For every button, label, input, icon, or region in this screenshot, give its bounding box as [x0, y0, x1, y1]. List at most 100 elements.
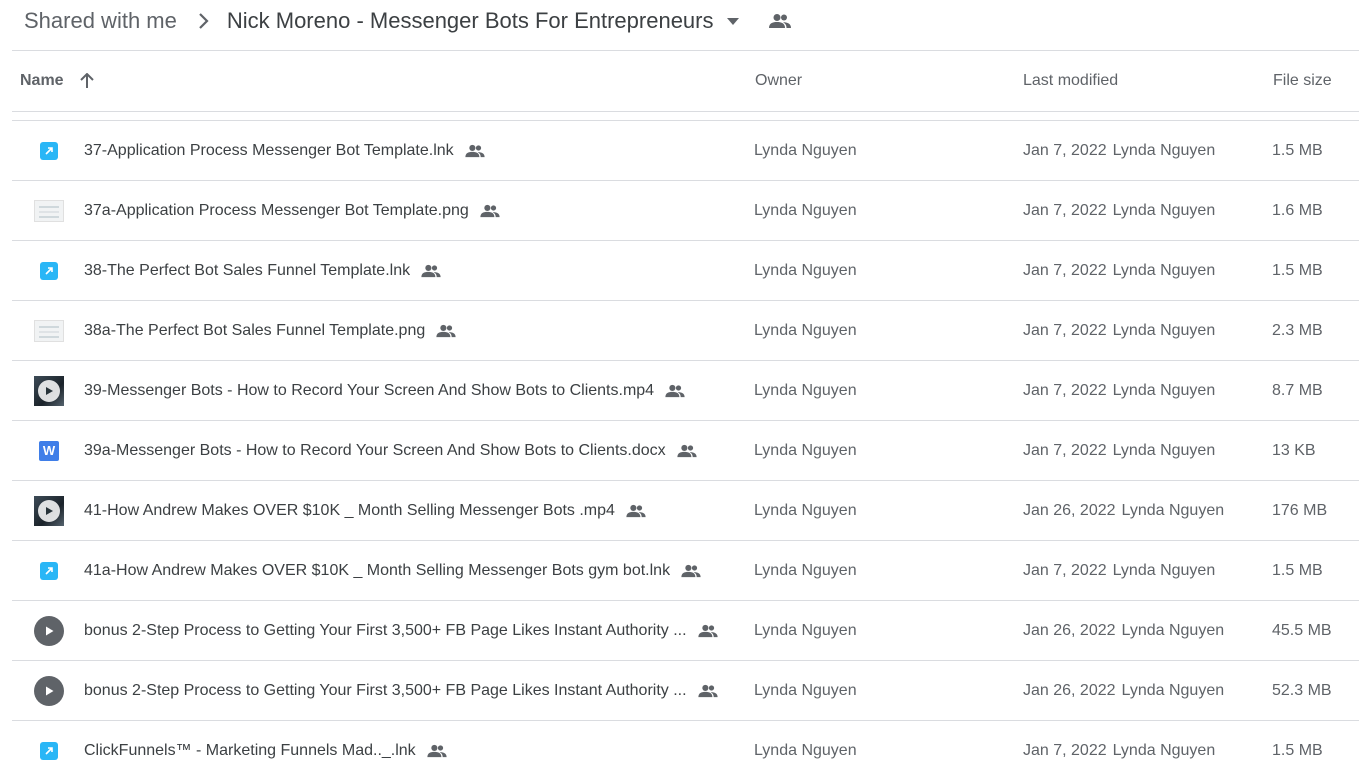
folder-title: Nick Moreno - Messenger Bots For Entrepr…: [226, 8, 714, 33]
file-type-icon: [34, 556, 64, 586]
file-owner: Lynda Nguyen: [754, 201, 857, 219]
people-icon: [664, 380, 686, 402]
last-modified-cell: Jan 7, 2022 Lynda Nguyen: [1023, 202, 1215, 220]
link-file-icon: [40, 141, 58, 160]
file-type-icon: W: [34, 436, 64, 466]
modified-by: Lynda Nguyen: [1121, 501, 1225, 519]
file-name: 39-Messenger Bots - How to Record Your S…: [84, 381, 655, 399]
people-icon: [420, 260, 442, 282]
modified-date: Jan 7, 2022: [1023, 741, 1107, 759]
column-header-file-size[interactable]: File size: [1273, 72, 1332, 90]
column-header-owner[interactable]: Owner: [755, 72, 802, 90]
table-row[interactable]: bonus 2-Step Process to Getting Your Fir…: [12, 660, 1359, 720]
file-name-cell[interactable]: 38a-The Perfect Bot Sales Funnel Templat…: [84, 320, 457, 342]
file-type-icon: [34, 375, 64, 406]
table-row[interactable]: 37-Application Process Messenger Bot Tem…: [12, 120, 1359, 180]
modified-date: Jan 7, 2022: [1023, 261, 1107, 279]
file-name: 41a-How Andrew Makes OVER $10K _ Month S…: [84, 561, 671, 579]
people-icon: [435, 320, 457, 342]
last-modified-cell: Jan 7, 2022 Lynda Nguyen: [1023, 142, 1215, 160]
modified-by: Lynda Nguyen: [1112, 381, 1216, 399]
file-name-cell[interactable]: bonus 2-Step Process to Getting Your Fir…: [84, 620, 719, 642]
breadcrumb-current-folder[interactable]: Nick Moreno - Messenger Bots For Entrepr…: [227, 8, 740, 34]
modified-date: Jan 7, 2022: [1023, 561, 1107, 579]
file-name-cell[interactable]: 38-The Perfect Bot Sales Funnel Template…: [84, 260, 442, 282]
file-size: 1.6 MB: [1272, 201, 1323, 219]
table-header: Name Owner Last modified File size: [12, 50, 1359, 112]
table-row[interactable]: W 39a-Messenger Bots - How to Record Your…: [12, 420, 1359, 480]
file-size: 1.5 MB: [1272, 141, 1323, 159]
modified-by: Lynda Nguyen: [1112, 201, 1216, 219]
modified-by: Lynda Nguyen: [1112, 261, 1216, 279]
file-name-cell[interactable]: 39a-Messenger Bots - How to Record Your …: [84, 440, 698, 462]
file-type-icon: [34, 615, 64, 646]
last-modified-cell: Jan 7, 2022 Lynda Nguyen: [1023, 382, 1215, 400]
modified-date: Jan 7, 2022: [1023, 201, 1107, 219]
file-owner: Lynda Nguyen: [754, 261, 857, 279]
table-row[interactable]: 37a-Application Process Messenger Bot Te…: [12, 180, 1359, 240]
video-thumbnail-icon: [34, 375, 64, 406]
file-size: 52.3 MB: [1272, 681, 1332, 699]
people-icon: [479, 200, 501, 222]
chevron-right-icon: [189, 0, 219, 42]
last-modified-cell: Jan 7, 2022 Lynda Nguyen: [1023, 742, 1215, 760]
file-name: 37a-Application Process Messenger Bot Te…: [84, 201, 469, 219]
modified-date: Jan 7, 2022: [1023, 441, 1107, 459]
word-doc-icon: W: [39, 440, 59, 461]
arrow-up-icon[interactable]: [78, 72, 96, 90]
modified-date: Jan 7, 2022: [1023, 381, 1107, 399]
people-icon: [464, 140, 486, 162]
table-row[interactable]: 41-How Andrew Makes OVER $10K _ Month Se…: [12, 480, 1359, 540]
link-file-icon: [40, 741, 58, 760]
file-name-cell[interactable]: bonus 2-Step Process to Getting Your Fir…: [84, 680, 719, 702]
breadcrumb: Shared with me Nick Moreno - Messenger B…: [0, 0, 1359, 42]
file-owner: Lynda Nguyen: [754, 441, 857, 459]
column-header-name[interactable]: Name: [20, 72, 96, 90]
modified-by: Lynda Nguyen: [1112, 141, 1216, 159]
breadcrumb-shared-with-me[interactable]: Shared with me: [24, 8, 177, 34]
shared-folder-icon[interactable]: [768, 9, 792, 33]
table-row[interactable]: bonus 2-Step Process to Getting Your Fir…: [12, 600, 1359, 660]
file-name: 39a-Messenger Bots - How to Record Your …: [84, 441, 666, 459]
table-row[interactable]: 38-The Perfect Bot Sales Funnel Template…: [12, 240, 1359, 300]
file-size: 1.5 MB: [1272, 741, 1323, 759]
file-owner: Lynda Nguyen: [754, 681, 857, 699]
people-icon: [625, 500, 647, 522]
file-name-cell[interactable]: 37a-Application Process Messenger Bot Te…: [84, 200, 501, 222]
file-name-cell[interactable]: 39-Messenger Bots - How to Record Your S…: [84, 380, 686, 402]
file-name-cell[interactable]: 41a-How Andrew Makes OVER $10K _ Month S…: [84, 560, 702, 582]
modified-by: Lynda Nguyen: [1112, 441, 1216, 459]
column-header-last-modified[interactable]: Last modified: [1023, 72, 1118, 90]
file-size: 176 MB: [1272, 501, 1328, 519]
people-icon: [680, 560, 702, 582]
file-owner: Lynda Nguyen: [754, 141, 857, 159]
file-size: 13 KB: [1272, 441, 1316, 459]
last-modified-cell: Jan 7, 2022 Lynda Nguyen: [1023, 322, 1215, 340]
link-file-icon: [40, 561, 58, 580]
file-name-cell[interactable]: ClickFunnels™ - Marketing Funnels Mad.._…: [84, 740, 448, 762]
file-owner: Lynda Nguyen: [754, 741, 857, 759]
last-modified-cell: Jan 7, 2022 Lynda Nguyen: [1023, 262, 1215, 280]
file-type-icon: [34, 736, 64, 766]
last-modified-cell: Jan 26, 2022 Lynda Nguyen: [1023, 502, 1224, 520]
table-row[interactable]: 39-Messenger Bots - How to Record Your S…: [12, 360, 1359, 420]
modified-date: Jan 26, 2022: [1023, 621, 1116, 639]
table-row[interactable]: 38a-The Perfect Bot Sales Funnel Templat…: [12, 300, 1359, 360]
table-row[interactable]: 41a-How Andrew Makes OVER $10K _ Month S…: [12, 540, 1359, 600]
table-row[interactable]: ClickFunnels™ - Marketing Funnels Mad.._…: [12, 720, 1359, 780]
people-icon: [697, 620, 719, 642]
last-modified-cell: Jan 26, 2022 Lynda Nguyen: [1023, 622, 1224, 640]
file-name: bonus 2-Step Process to Getting Your Fir…: [84, 621, 687, 639]
file-type-icon: [34, 316, 64, 346]
file-owner: Lynda Nguyen: [754, 501, 857, 519]
caret-down-icon[interactable]: [726, 16, 740, 26]
file-name: 38a-The Perfect Bot Sales Funnel Templat…: [84, 321, 426, 339]
file-owner: Lynda Nguyen: [754, 621, 857, 639]
file-name-cell[interactable]: 41-How Andrew Makes OVER $10K _ Month Se…: [84, 500, 647, 522]
file-size: 2.3 MB: [1272, 321, 1323, 339]
modified-date: Jan 26, 2022: [1023, 681, 1116, 699]
file-name-cell[interactable]: 37-Application Process Messenger Bot Tem…: [84, 140, 486, 162]
last-modified-cell: Jan 26, 2022 Lynda Nguyen: [1023, 682, 1224, 700]
file-type-icon: [34, 136, 64, 166]
file-type-icon: [34, 256, 64, 286]
